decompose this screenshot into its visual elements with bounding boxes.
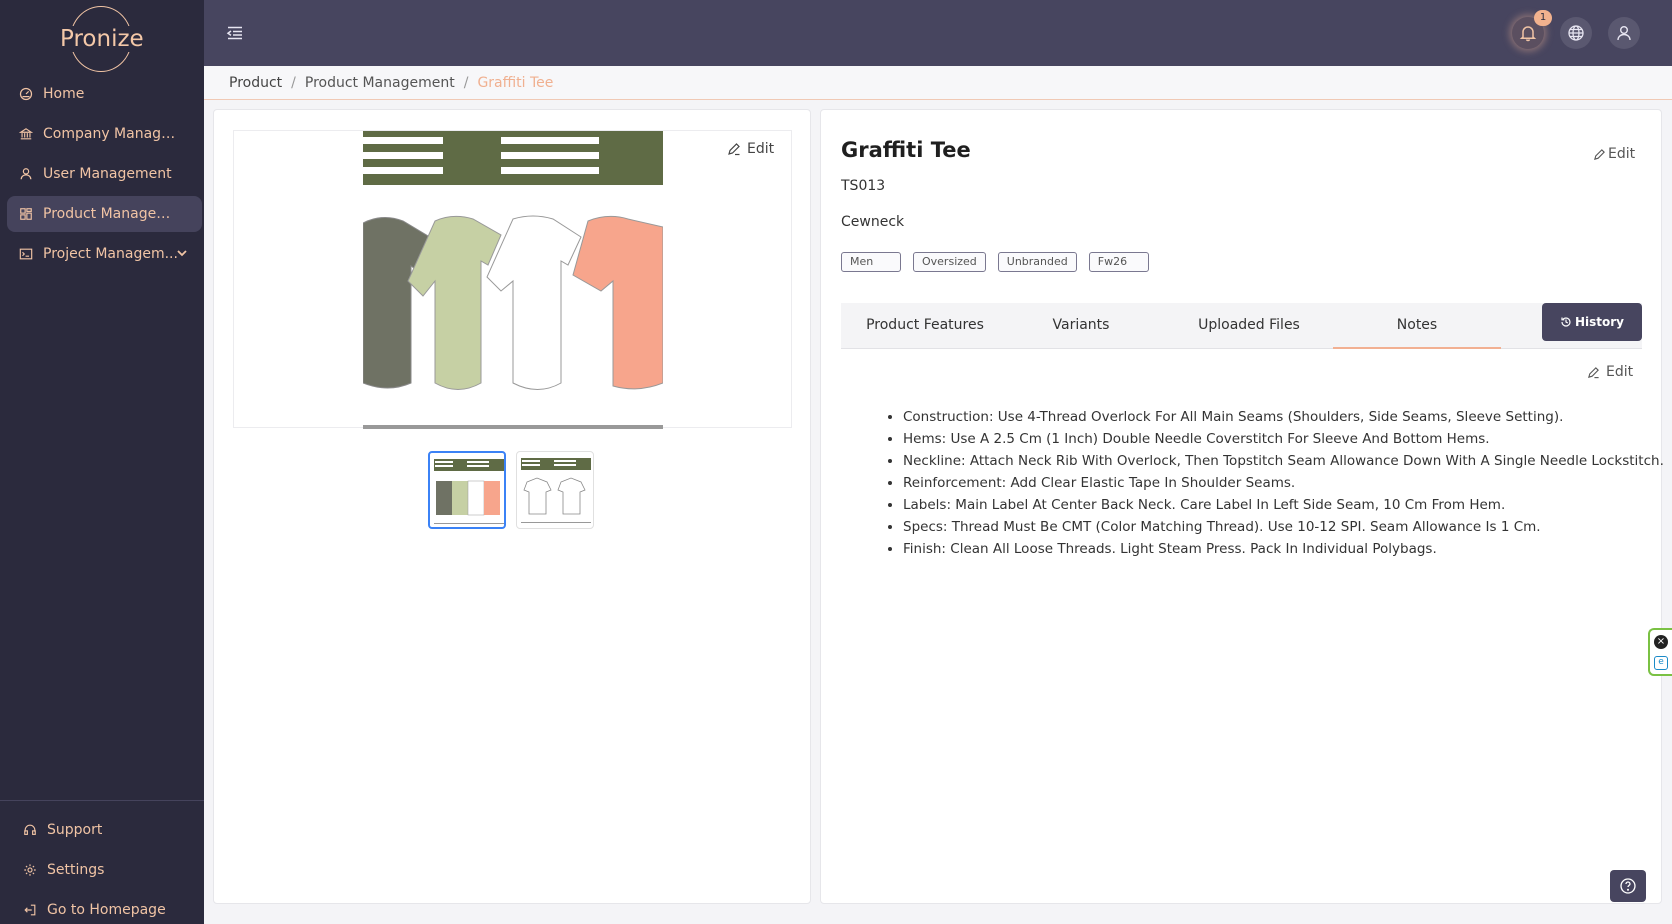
tshirt-lineup-image (363, 131, 663, 429)
tshirt-lineup-thumbnail (434, 459, 504, 524)
tag-chip: Men (841, 252, 901, 272)
image-edit-button[interactable]: Edit (727, 141, 774, 157)
tab-notes[interactable]: Notes (1333, 303, 1501, 349)
sidebar-item-user-management[interactable]: User Management (7, 156, 202, 192)
notes-list: Construction: Use 4-Thread Overlock For … (903, 406, 1664, 560)
sidebar-item-go-to-homepage[interactable]: Go to Homepage (11, 892, 196, 924)
product-description: Cewneck (841, 214, 905, 230)
bank-icon (19, 127, 33, 141)
pronize-logo[interactable]: Pronize (60, 6, 144, 72)
sidebar-item-product-management[interactable]: Product Management (7, 196, 202, 232)
top-bar: 1 (204, 0, 1672, 66)
logo-text: Pronize (60, 26, 144, 52)
sidebar-item-project-management[interactable]: Project Managem... (7, 236, 202, 272)
note-item: Finish: Clean All Loose Threads. Light S… (903, 538, 1643, 560)
product-title: Graffiti Tee (841, 138, 971, 162)
thumbnail-1[interactable] (428, 451, 506, 529)
sidebar-item-label: Project Managem... (43, 246, 178, 262)
product-code: TS013 (841, 178, 886, 194)
sidebar-nav: Home Company Managem... User Management … (0, 76, 204, 276)
note-item: Hems: Use A 2.5 Cm (1 Inch) Double Needl… (903, 428, 1643, 450)
grid-icon (19, 207, 33, 221)
product-tags: Men Oversized Unbranded Fw26 (841, 252, 1161, 272)
note-item: Neckline: Attach Neck Rib With Overlock,… (903, 450, 1664, 472)
tag-chip: Fw26 (1088, 252, 1149, 272)
history-button[interactable]: History (1542, 303, 1642, 341)
breadcrumb: Product / Product Management / Graffiti … (204, 66, 1672, 100)
sidebar-item-label: Company Managem... (43, 126, 181, 142)
sidebar-item-home[interactable]: Home (7, 76, 202, 112)
headset-icon (23, 823, 37, 837)
sidebar-item-company-management[interactable]: Company Managem... (7, 116, 202, 152)
product-edit-button[interactable]: Edit (1593, 146, 1635, 162)
note-item: Specs: Thread Must Be CMT (Color Matchin… (903, 516, 1643, 538)
gear-icon (23, 863, 37, 877)
note-item: Construction: Use 4-Thread Overlock For … (903, 406, 1643, 428)
help-button[interactable] (1610, 870, 1646, 902)
tab-variants[interactable]: Variants (997, 303, 1165, 349)
user-icon (1617, 26, 1631, 41)
close-icon[interactable]: × (1654, 635, 1668, 649)
question-icon (1620, 878, 1636, 894)
note-item: Reinforcement: Add Clear Elastic Tape In… (903, 472, 1643, 494)
note-item: Labels: Main Label At Center Back Neck. … (903, 494, 1643, 516)
tab-product-features[interactable]: Product Features (841, 303, 1009, 349)
thumbnail-2[interactable] (516, 451, 594, 529)
pencil-icon (1594, 148, 1605, 160)
notification-badge: 1 (1534, 10, 1552, 26)
sidebar: Pronize Home Company Managem... User Man… (0, 0, 204, 924)
chevron-down-icon[interactable] (176, 247, 188, 259)
browser-extension-widget[interactable]: × e (1648, 628, 1672, 676)
tag-chip: Oversized (913, 252, 986, 272)
terminal-icon (19, 247, 33, 261)
dashboard-icon (19, 87, 33, 101)
pencil-icon (1588, 366, 1599, 378)
sidebar-item-label: User Management (43, 166, 172, 182)
user-icon (19, 167, 33, 181)
image-thumbnails (428, 451, 604, 529)
sidebar-item-label: Home (43, 86, 85, 102)
notes-edit-button[interactable]: Edit (1587, 364, 1633, 380)
history-label: History (1574, 315, 1625, 329)
breadcrumb-separator: / (463, 74, 469, 91)
sidebar-item-label: Support (47, 822, 103, 838)
extension-icon[interactable]: e (1654, 656, 1668, 670)
history-icon (1561, 317, 1571, 327)
breadcrumb-product[interactable]: Product (229, 75, 282, 91)
exit-icon (23, 903, 37, 917)
sidebar-item-label: Product Management (43, 206, 181, 222)
breadcrumb-separator: / (291, 74, 296, 91)
product-gallery: Edit (213, 109, 811, 904)
sidebar-item-label: Go to Homepage (47, 902, 166, 918)
product-details: Graffiti Tee Edit TS013 Cewneck Men Over… (820, 109, 1664, 904)
profile-button[interactable] (1608, 17, 1640, 49)
sidebar-item-settings[interactable]: Settings (11, 852, 196, 888)
image-edit-label: Edit (747, 141, 775, 157)
sidebar-item-label: Settings (47, 862, 105, 878)
globe-icon (1568, 25, 1584, 41)
breadcrumb-current: Graffiti Tee (477, 74, 554, 91)
breadcrumb-product-management[interactable]: Product Management (305, 75, 455, 91)
notes-edit-label: Edit (1606, 364, 1634, 380)
menu-collapse-icon[interactable] (226, 24, 244, 42)
sidebar-item-support[interactable]: Support (11, 812, 196, 848)
bell-icon (1519, 26, 1537, 42)
pencil-icon (728, 143, 740, 156)
tag-chip: Unbranded (997, 252, 1077, 272)
product-tabs: Product Features Variants Uploaded Files… (841, 303, 1642, 349)
main-product-image[interactable]: Edit (233, 130, 792, 429)
sidebar-bottom-nav: Support Settings Go to Homepage (0, 800, 204, 924)
language-button[interactable] (1560, 17, 1592, 49)
product-edit-label: Edit (1608, 146, 1636, 162)
tab-uploaded-files[interactable]: Uploaded Files (1165, 303, 1333, 349)
tshirt-outline-thumbnail (521, 458, 591, 523)
